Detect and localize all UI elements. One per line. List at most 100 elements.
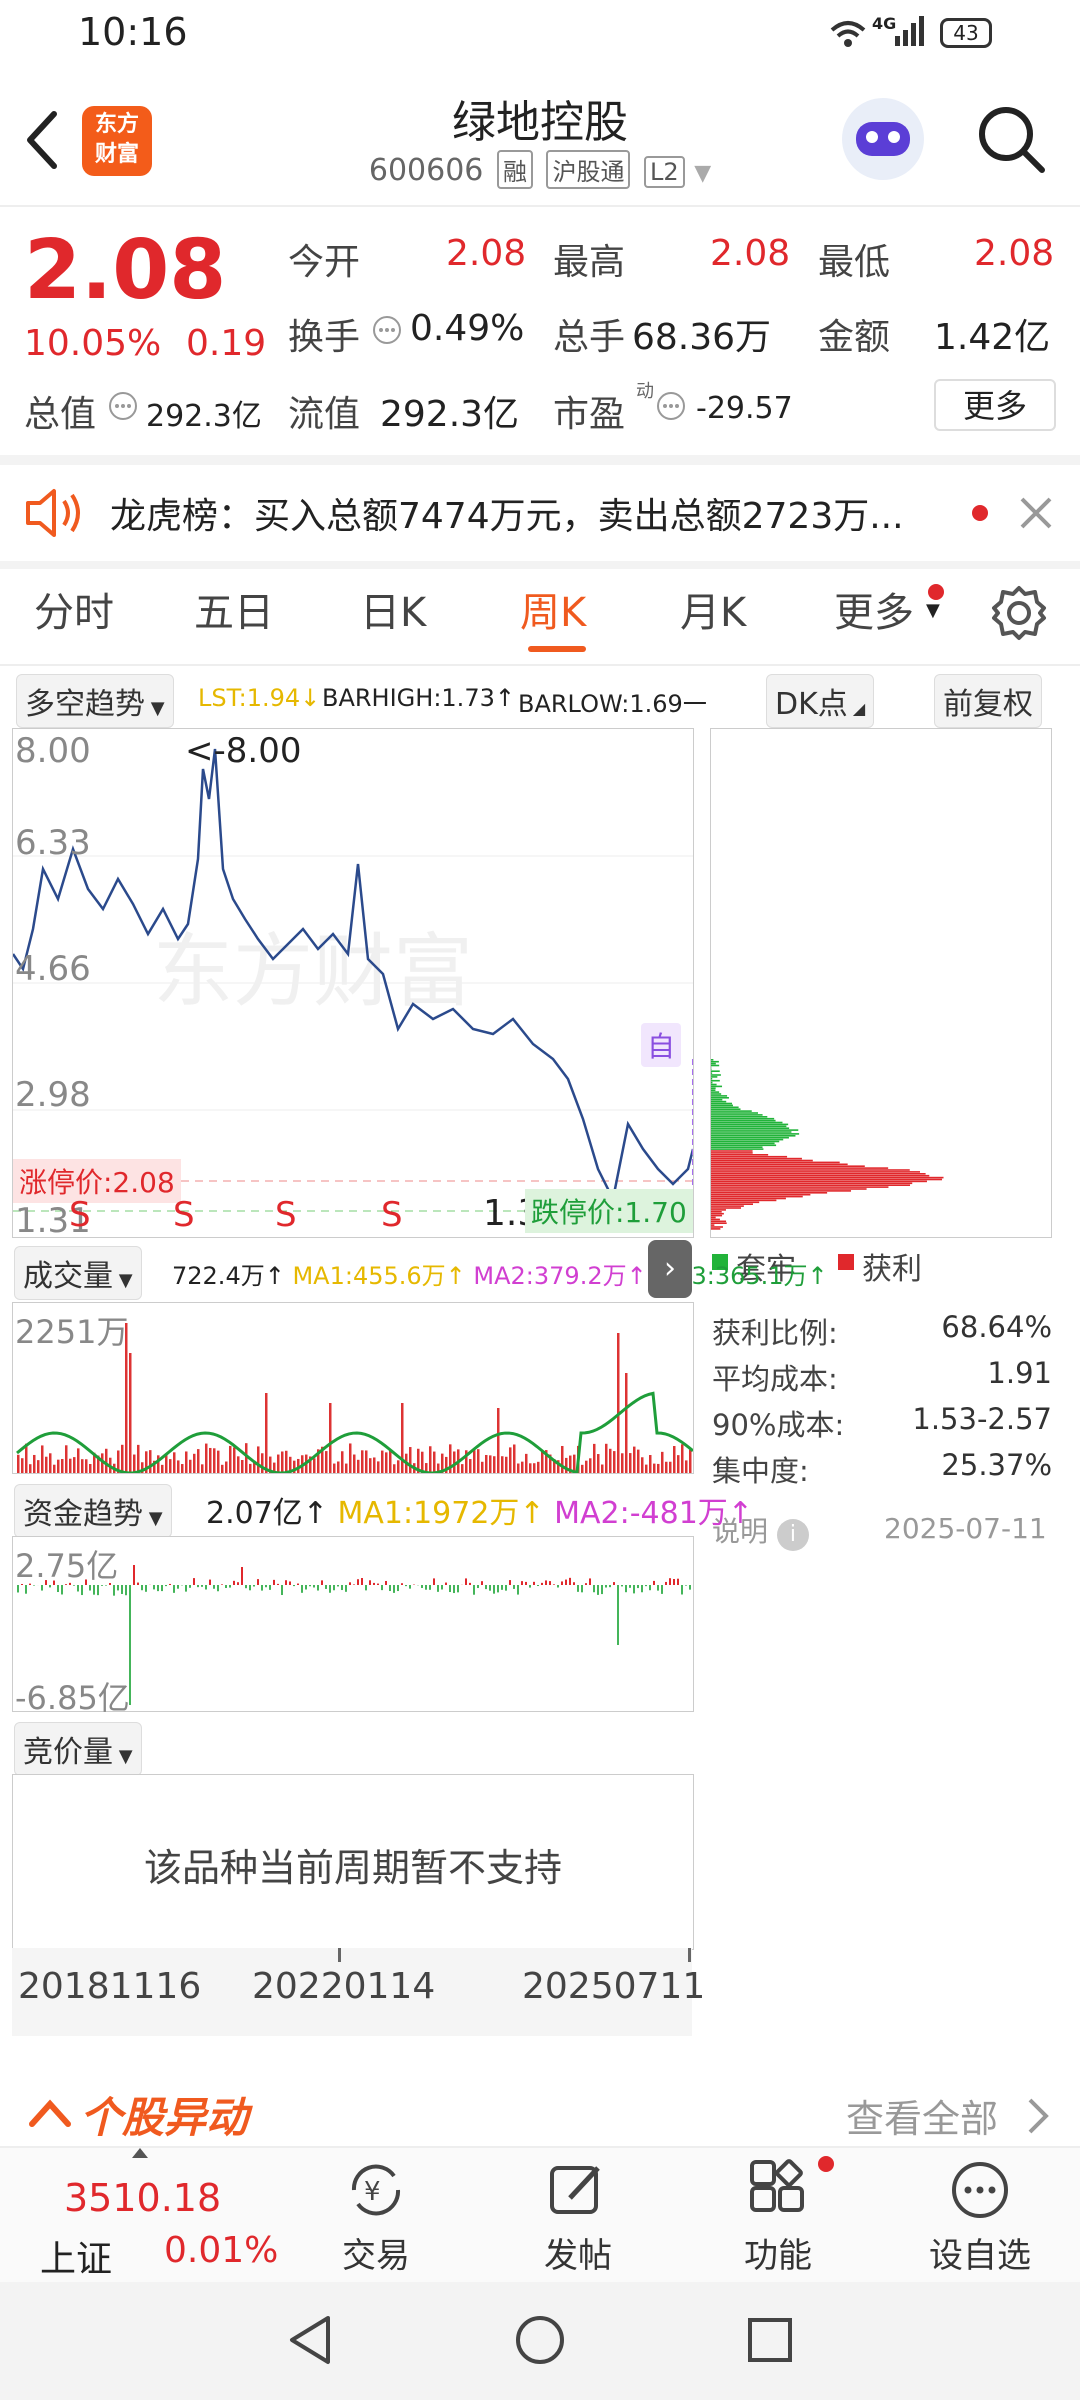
info-dots-icon[interactable] xyxy=(656,391,686,421)
fund-bar xyxy=(209,1580,211,1585)
cost-row: 获利比例: 68.64% xyxy=(712,1310,1052,1352)
chevron-up-icon[interactable] xyxy=(28,2098,72,2128)
volume-value: 68.36万 xyxy=(632,308,771,360)
fund-y-max: 2.75亿 xyxy=(15,1541,118,1587)
auto-button[interactable]: 自 xyxy=(641,1023,681,1067)
volume-bar xyxy=(373,1457,376,1473)
divider xyxy=(0,455,1080,465)
indicator-dropdown[interactable]: 多空趋势 ▼ xyxy=(16,674,174,728)
volume-bar xyxy=(469,1459,472,1473)
gear-icon[interactable] xyxy=(990,584,1048,642)
fund-bar xyxy=(293,1585,295,1586)
nav-post[interactable]: 发帖 xyxy=(518,2228,638,2277)
tab-underline xyxy=(528,646,586,652)
volume-bar xyxy=(561,1446,564,1473)
fund-bar xyxy=(377,1584,379,1585)
volume-dropdown[interactable]: 成交量 ▼ xyxy=(14,1246,142,1300)
fund-bar xyxy=(569,1578,571,1585)
date-start: 20181116 xyxy=(18,1966,201,2007)
fund-bar xyxy=(189,1585,191,1588)
cost-row: 90%成本: 1.53-2.57 xyxy=(712,1402,1052,1444)
info-dots-icon[interactable] xyxy=(108,391,138,421)
tab-five-day[interactable]: 五日 xyxy=(194,580,274,638)
tab-intraday[interactable]: 分时 xyxy=(34,580,114,638)
back-triangle-icon[interactable] xyxy=(282,2312,338,2368)
kline-chart[interactable]: 东方财富 8.00 6.33 4.66 2.98 <-8.00 涨停价:2.08… xyxy=(12,728,694,1238)
chip-bar xyxy=(711,1099,722,1101)
fund-bar xyxy=(141,1585,143,1590)
volume-bar xyxy=(173,1452,176,1473)
fund-y-min: -6.85亿 xyxy=(15,1673,130,1719)
fund-bar xyxy=(341,1585,343,1590)
nav-functions[interactable]: 功能 xyxy=(718,2228,838,2277)
chip-bar xyxy=(711,1171,920,1173)
volume-bar xyxy=(385,1452,388,1473)
index-name[interactable]: 上证 xyxy=(40,2230,112,2282)
adjust-button[interactable]: 前复权 xyxy=(934,674,1042,728)
tag-dropdown-icon[interactable]: ▼ xyxy=(694,161,711,186)
fund-bar xyxy=(541,1583,543,1585)
recents-square-icon[interactable] xyxy=(742,2312,798,2368)
more-circle-icon[interactable] xyxy=(948,2158,1012,2222)
tab-monthly-k[interactable]: 月K xyxy=(680,580,746,638)
change-amount: 0.19 xyxy=(186,323,266,364)
chip-bar xyxy=(711,1196,803,1198)
fund-bar xyxy=(653,1581,655,1585)
volume-bar xyxy=(65,1445,68,1473)
fund-bar xyxy=(453,1585,455,1593)
chip-bar xyxy=(711,1228,720,1230)
fund-bar xyxy=(473,1585,475,1595)
tab-more[interactable]: 更多 xyxy=(834,580,914,638)
index-value[interactable]: 3510.18 xyxy=(64,2176,221,2220)
chip-bar xyxy=(711,1091,719,1093)
trade-icon[interactable]: ¥ xyxy=(344,2158,408,2222)
nav-trade[interactable]: 交易 xyxy=(316,2228,436,2277)
volume-bar xyxy=(189,1460,192,1473)
tab-weekly-k[interactable]: 周K xyxy=(520,580,586,638)
chip-bar xyxy=(711,1145,776,1147)
auction-dropdown[interactable]: 竞价量 ▼ xyxy=(14,1722,142,1776)
fund-bar xyxy=(589,1578,591,1585)
robot-avatar[interactable] xyxy=(842,98,924,180)
volume-bar xyxy=(165,1455,168,1473)
cost-label: 获利比例: xyxy=(712,1316,838,1350)
post-icon[interactable] xyxy=(546,2158,610,2222)
info-dots-icon[interactable] xyxy=(372,315,402,345)
chevron-right-icon[interactable] xyxy=(1026,2096,1050,2136)
volume-bar xyxy=(281,1451,284,1473)
amount-label: 金额 xyxy=(818,308,890,360)
status-bar: 10:16 4G 43 xyxy=(0,0,1080,70)
home-circle-icon[interactable] xyxy=(512,2312,568,2368)
fund-bar xyxy=(437,1585,439,1592)
notice-bar[interactable]: 龙虎榜：买入总额7474万元，卖出总额2723万... xyxy=(0,465,1080,561)
index-change[interactable]: 0.01% xyxy=(164,2230,278,2271)
fund-chart[interactable]: 2.75亿 -6.85亿 xyxy=(12,1536,694,1712)
fund-bar xyxy=(313,1585,315,1587)
expand-arrow-button[interactable]: › xyxy=(648,1240,692,1298)
fund-bar xyxy=(429,1585,431,1590)
volume-chart[interactable]: 2251万 xyxy=(12,1302,694,1474)
fund-bar xyxy=(249,1585,251,1590)
nav-add-watchlist[interactable]: 设自选 xyxy=(910,2228,1050,2277)
volume-bar xyxy=(45,1457,48,1473)
fund-bar xyxy=(649,1585,651,1590)
functions-icon[interactable] xyxy=(746,2158,810,2222)
search-icon[interactable] xyxy=(976,104,1048,176)
fund-bar xyxy=(237,1582,239,1585)
volume-bar xyxy=(161,1465,164,1473)
y-tick-3: 4.66 xyxy=(15,949,91,989)
tab-daily-k[interactable]: 日K xyxy=(360,580,426,638)
fund-bar xyxy=(121,1585,123,1594)
chip-bar xyxy=(711,1164,848,1166)
fund-bar xyxy=(125,1585,127,1595)
chip-bar xyxy=(711,1084,717,1086)
dk-dropdown[interactable]: DK点 ◢ xyxy=(766,674,874,728)
volume-bar xyxy=(365,1450,368,1473)
fund-bar xyxy=(537,1585,539,1586)
view-all-link[interactable]: 查看全部 xyxy=(846,2088,998,2143)
more-button[interactable]: 更多 xyxy=(934,379,1056,431)
close-icon[interactable] xyxy=(1018,495,1054,531)
fund-dropdown[interactable]: 资金趋势 ▼ xyxy=(14,1484,172,1538)
chip-distribution-chart[interactable] xyxy=(710,728,1052,1238)
volume-bar xyxy=(665,1462,668,1473)
